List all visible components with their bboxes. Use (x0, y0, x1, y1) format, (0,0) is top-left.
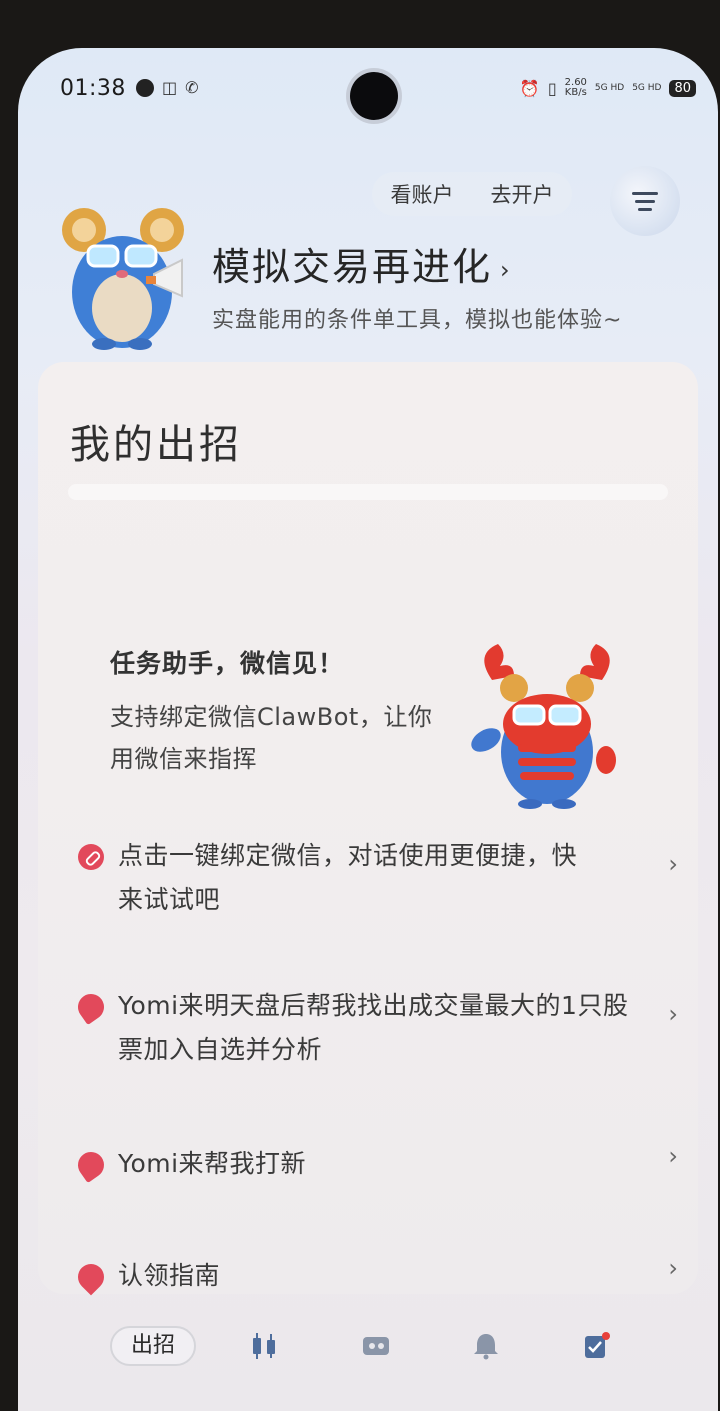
list-item-bind-wechat[interactable]: 点击一键绑定微信，对话使用更便捷，快来试试吧 › (78, 834, 678, 922)
pin-icon (72, 1258, 110, 1296)
list-item-text: Yomi来帮我打新 (118, 1149, 307, 1178)
card-title: 我的出招 (70, 422, 242, 468)
mascot-crab-icon (471, 644, 616, 809)
bottom-tab-bar: 出招 (18, 1314, 718, 1384)
assistant-title: 任务助手，微信见！ (110, 649, 345, 678)
flame-icon (72, 1146, 110, 1184)
status-left-icons: ◫ ✆ (136, 78, 199, 97)
signal-2: 5G HD (632, 83, 662, 93)
flame-icon (72, 988, 110, 1026)
menu-line-icon (635, 199, 655, 203)
alarm-icon: ⏰ (519, 78, 540, 98)
account-actions: 看账户 去开户 (372, 172, 572, 216)
assistant-description: 支持绑定微信ClawBot，让你用微信来指挥 (110, 703, 433, 773)
camera-cutout (350, 72, 398, 120)
chevron-right-icon: › (500, 255, 512, 284)
chevron-right-icon: › (668, 1000, 678, 1028)
link-icon (78, 844, 104, 870)
list-item-find-stock[interactable]: Yomi来明天盘后帮我找出成交量最大的1只股票加入自选并分析 › (72, 984, 678, 1072)
list-item-text: 认领指南 (118, 1261, 221, 1290)
bell-icon[interactable] (470, 1330, 502, 1362)
checklist-icon[interactable] (580, 1330, 612, 1362)
signal-1: 5G HD (594, 83, 625, 93)
status-right-icons: ⏰ ▯ 2.60 KB/s 5G HD 5G HD 80 (520, 78, 696, 98)
promo-banner[interactable]: 模拟交易再进化 › (212, 236, 512, 291)
network-speed: 2.60 KB/s (565, 78, 587, 98)
promo-subtitle: 实盘能用的条件单工具，模拟也能体验~ (212, 308, 623, 333)
list-item-text: 点击一键绑定微信，对话使用更便捷，快来试试吧 (118, 841, 578, 914)
phone-call-icon: ✆ (185, 78, 199, 97)
menu-button[interactable] (610, 166, 680, 236)
ticket-icon[interactable] (360, 1330, 392, 1362)
view-account-button[interactable]: 看账户 (391, 179, 454, 209)
notification-dot-icon (136, 78, 154, 97)
phone-screen: 01:38 ◫ ✆ ⏰ ▯ 2.60 KB/s 5G HD 5G HD 80 看… (18, 48, 718, 1411)
title-divider (68, 484, 668, 500)
my-moves-card: 我的出招 任务助手，微信见！ 支持绑定微信ClawBot，让你用微信来指挥 点击… (38, 362, 698, 1296)
list-item-text: Yomi来明天盘后帮我找出成交量最大的1只股票加入自选并分析 (118, 991, 629, 1064)
tab-moves[interactable]: 出招 (110, 1326, 196, 1366)
list-item-ipo[interactable]: Yomi来帮我打新 › (72, 1142, 678, 1186)
vibrate-icon: ▯ (547, 78, 557, 98)
chevron-right-icon: › (668, 850, 678, 878)
network-speed-unit: KB/s (564, 87, 587, 98)
promo-title: 模拟交易再进化 (212, 245, 493, 289)
menu-line-icon (638, 207, 652, 211)
battery-indicator: 80 (669, 79, 696, 97)
menu-line-icon (632, 191, 658, 195)
candlestick-icon[interactable] (248, 1330, 280, 1362)
chevron-right-icon: › (668, 1142, 678, 1170)
list-item-guide[interactable]: 认领指南 › (72, 1254, 678, 1298)
nfc-icon: ◫ (162, 78, 178, 97)
open-account-button[interactable]: 去开户 (491, 179, 554, 209)
chevron-right-icon: › (668, 1254, 678, 1282)
status-time: 01:38 (60, 76, 126, 101)
mascot-mouse-icon (62, 208, 184, 350)
